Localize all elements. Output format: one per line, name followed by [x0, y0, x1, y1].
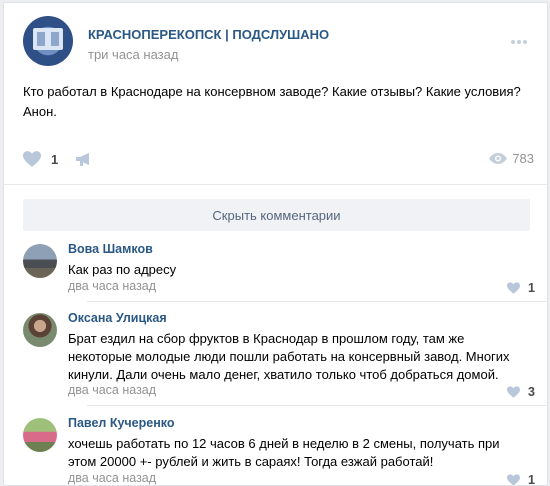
comment-avatar[interactable]: [23, 313, 57, 347]
comment-time[interactable]: два часа назад: [68, 471, 156, 485]
post-header: КРАСНОПЕРЕКОПСК | ПОДСЛУШАНО три часа на…: [23, 16, 531, 70]
comment-divider: [87, 301, 547, 302]
comment-avatar[interactable]: [23, 244, 57, 278]
hide-comments-button[interactable]: Скрыть комментарии: [23, 199, 530, 231]
post-card: КРАСНОПЕРЕКОПСК | ПОДСЛУШАНО три часа на…: [3, 2, 548, 486]
heart-icon: [23, 151, 41, 167]
like-button[interactable]: 1: [23, 148, 58, 170]
eye-icon: [489, 153, 508, 164]
comment-like-count: 3: [528, 385, 535, 399]
comment-like-count: 1: [528, 281, 535, 295]
comment-author[interactable]: Павел Кучеренко: [68, 416, 174, 430]
comment-author[interactable]: Вова Шамков: [68, 242, 153, 256]
comment-like-button[interactable]: 1: [507, 281, 535, 295]
more-dots-icon[interactable]: [511, 33, 531, 44]
comment-text: хочешь работать по 12 часов 6 дней в нед…: [68, 436, 500, 469]
comment-like-button[interactable]: 1: [507, 473, 535, 486]
comment-time[interactable]: два часа назад: [68, 383, 156, 397]
heart-icon: [507, 474, 521, 485]
comment-text: Как раз по адресу: [68, 262, 177, 277]
comment-avatar[interactable]: [23, 418, 57, 452]
post-text: Кто работал в Краснодаре на консервном з…: [23, 84, 521, 119]
comment-like-count: 1: [528, 473, 535, 486]
comment-text: Брат ездил на сбор фруктов в Краснодар в…: [68, 331, 510, 382]
comment-author[interactable]: Оксана Улицкая: [68, 311, 167, 325]
divider: [4, 184, 547, 185]
views-counter: 783: [489, 151, 534, 166]
share-megaphone-icon[interactable]: [75, 152, 93, 166]
comment-item: Вова Шамков Как раз по адресу два часа н…: [23, 242, 535, 297]
heart-icon: [507, 386, 521, 398]
like-count: 1: [51, 151, 59, 167]
views-count: 783: [512, 151, 534, 166]
comment-item: Оксана Улицкая Брат ездил на сбор фрукто…: [23, 311, 535, 401]
post-actions: 1 783: [23, 146, 534, 172]
comment-like-button[interactable]: 3: [507, 385, 535, 399]
group-name-link[interactable]: КРАСНОПЕРЕКОПСК | ПОДСЛУШАНО: [88, 27, 329, 42]
comment-time[interactable]: два часа назад: [68, 279, 156, 293]
post-time[interactable]: три часа назад: [88, 47, 178, 62]
comment-divider: [87, 405, 547, 406]
comment-item: Павел Кучеренко хочешь работать по 12 ча…: [23, 416, 535, 486]
heart-icon: [507, 282, 521, 294]
group-avatar[interactable]: [23, 16, 73, 66]
